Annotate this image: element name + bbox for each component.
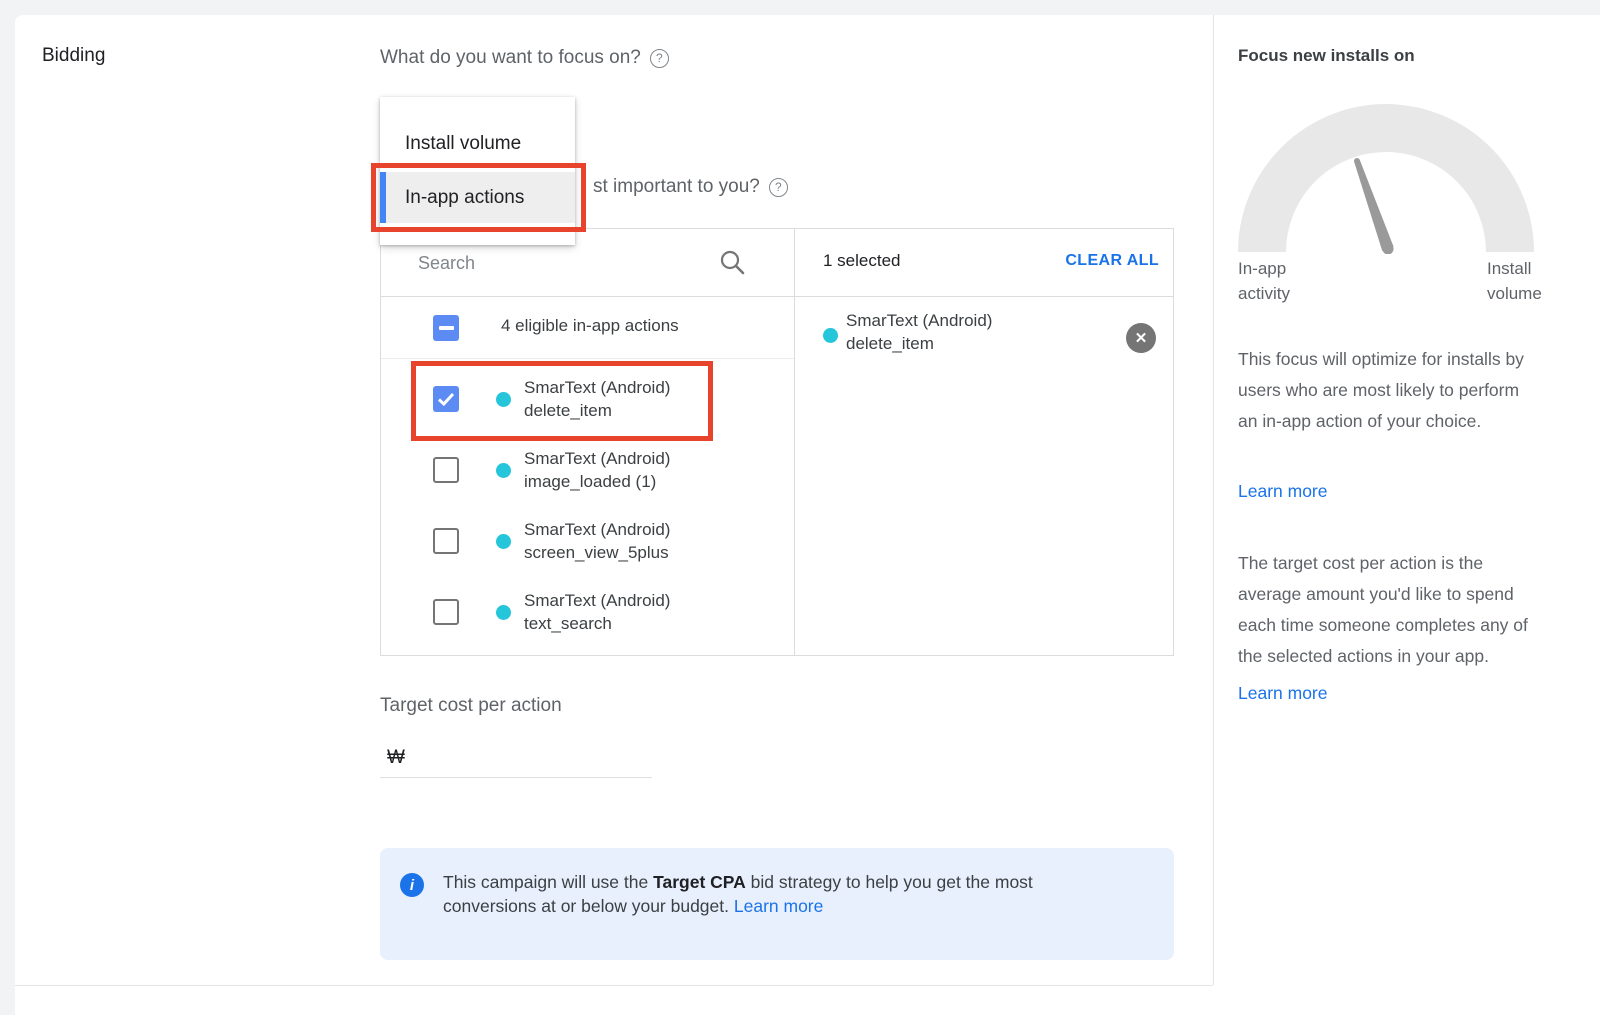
app-name: SmarText (Android) <box>524 520 670 539</box>
action-dot-icon <box>496 534 511 549</box>
actions-question-visible-label: st important to you? <box>593 176 760 198</box>
bid-strategy-info-banner: i This campaign will use the Target CPA … <box>380 848 1174 960</box>
bidding-settings-page: Bidding What do you want to focus on? ? … <box>0 0 1600 1015</box>
target-cpa-field: ₩ <box>380 738 652 778</box>
learn-more-link[interactable]: Learn more <box>1238 683 1328 704</box>
learn-more-link[interactable]: Learn more <box>734 896 824 916</box>
currency-symbol: ₩ <box>387 747 405 769</box>
focus-question: What do you want to focus on? ? <box>380 47 669 69</box>
dropdown-option-in-app-actions[interactable]: In-app actions <box>380 172 575 223</box>
app-name: SmarText (Android) <box>524 378 670 397</box>
minus-icon <box>439 326 454 330</box>
selected-action-label: SmarText (Android) delete_item <box>846 309 992 355</box>
eligible-actions-group-row[interactable]: 4 eligible in-app actions <box>381 297 794 359</box>
action-name: delete_item <box>524 401 612 420</box>
action-row-delete-item[interactable]: SmarText (Android) delete_item <box>381 373 794 425</box>
help-icon[interactable]: ? <box>769 178 788 197</box>
action-row-screen-view-5plus[interactable]: SmarText (Android) screen_view_5plus <box>381 515 794 567</box>
action-label: SmarText (Android) delete_item <box>524 376 670 422</box>
sidebar-paragraph-focus: This focus will optimize for installs by… <box>1238 344 1538 437</box>
selected-count: 1 selected <box>823 251 901 271</box>
selected-option-indicator <box>380 172 386 223</box>
action-dot-icon <box>496 463 511 478</box>
info-text-bold: Target CPA <box>653 872 746 892</box>
gauge-dial-icon <box>1238 96 1534 254</box>
info-icon: i <box>400 873 424 897</box>
action-name: screen_view_5plus <box>524 543 669 562</box>
learn-more-link[interactable]: Learn more <box>1238 481 1328 502</box>
info-text-line2: conversions at or below your budget. <box>443 896 734 916</box>
gauge-left-label: In-app activity <box>1238 256 1328 306</box>
app-name: SmarText (Android) <box>524 449 670 468</box>
unchecked-checkbox[interactable] <box>433 457 459 483</box>
app-name: SmarText (Android) <box>524 591 670 610</box>
focus-question-label: What do you want to focus on? <box>380 47 641 69</box>
info-text-post: bid strategy to help you get the most <box>746 872 1033 892</box>
action-label: SmarText (Android) screen_view_5plus <box>524 518 670 564</box>
info-banner-text: This campaign will use the Target CPA bi… <box>443 871 1143 918</box>
focus-gauge <box>1238 96 1534 259</box>
checked-checkbox[interactable] <box>433 386 459 412</box>
action-label: SmarText (Android) text_search <box>524 589 670 635</box>
in-app-actions-picker: 1 selected CLEAR ALL 4 eligible in-app a… <box>380 228 1174 656</box>
actions-question: st important to you? ? <box>593 176 788 198</box>
app-name: SmarText (Android) <box>846 311 992 330</box>
sidebar-title: Focus new installs on <box>1238 46 1415 66</box>
action-dot-icon <box>496 605 511 620</box>
unchecked-checkbox[interactable] <box>433 528 459 554</box>
action-row-image-loaded[interactable]: SmarText (Android) image_loaded (1) <box>381 444 794 496</box>
indeterminate-checkbox[interactable] <box>433 315 459 341</box>
dropdown-option-install-volume[interactable]: Install volume <box>380 115 575 172</box>
dropdown-option-label: In-app actions <box>405 187 524 209</box>
close-icon: ✕ <box>1135 329 1148 347</box>
search-icon <box>719 249 746 281</box>
action-dot-icon <box>823 328 838 343</box>
action-name: image_loaded (1) <box>524 472 656 491</box>
action-name: delete_item <box>846 334 934 353</box>
group-label: 4 eligible in-app actions <box>501 316 679 336</box>
check-icon <box>437 392 455 406</box>
action-name: text_search <box>524 614 612 633</box>
sidebar-divider <box>1213 15 1214 985</box>
gauge-right-label: Install volume <box>1487 256 1559 306</box>
column-divider <box>794 229 795 655</box>
action-row-text-search[interactable]: SmarText (Android) text_search <box>381 586 794 638</box>
info-text-pre: This campaign will use the <box>443 872 653 892</box>
clear-all-button[interactable]: CLEAR ALL <box>1065 252 1159 270</box>
section-divider <box>15 985 1213 986</box>
section-title: Bidding <box>42 45 105 67</box>
sidebar-paragraph-target-cpa: The target cost per action is the averag… <box>1238 548 1538 672</box>
help-icon[interactable]: ? <box>650 49 669 68</box>
search-input[interactable] <box>418 246 698 280</box>
unchecked-checkbox[interactable] <box>433 599 459 625</box>
target-cpa-label: Target cost per action <box>380 695 562 717</box>
remove-selected-button[interactable]: ✕ <box>1126 323 1156 353</box>
selected-action-item: SmarText (Android) delete_item ✕ <box>795 297 1175 377</box>
target-cpa-input[interactable] <box>411 747 656 769</box>
action-dot-icon <box>496 392 511 407</box>
focus-dropdown-menu: Install volume In-app actions <box>380 97 575 245</box>
action-label: SmarText (Android) image_loaded (1) <box>524 447 670 493</box>
